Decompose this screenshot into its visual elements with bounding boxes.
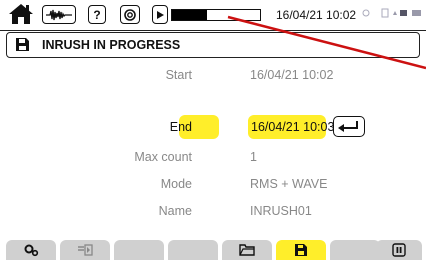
annotation-arrow [227, 15, 426, 70]
instrument-screen: ? 16/04/21 10:02 INRUSH IN PROGRESS Star… [0, 0, 426, 260]
